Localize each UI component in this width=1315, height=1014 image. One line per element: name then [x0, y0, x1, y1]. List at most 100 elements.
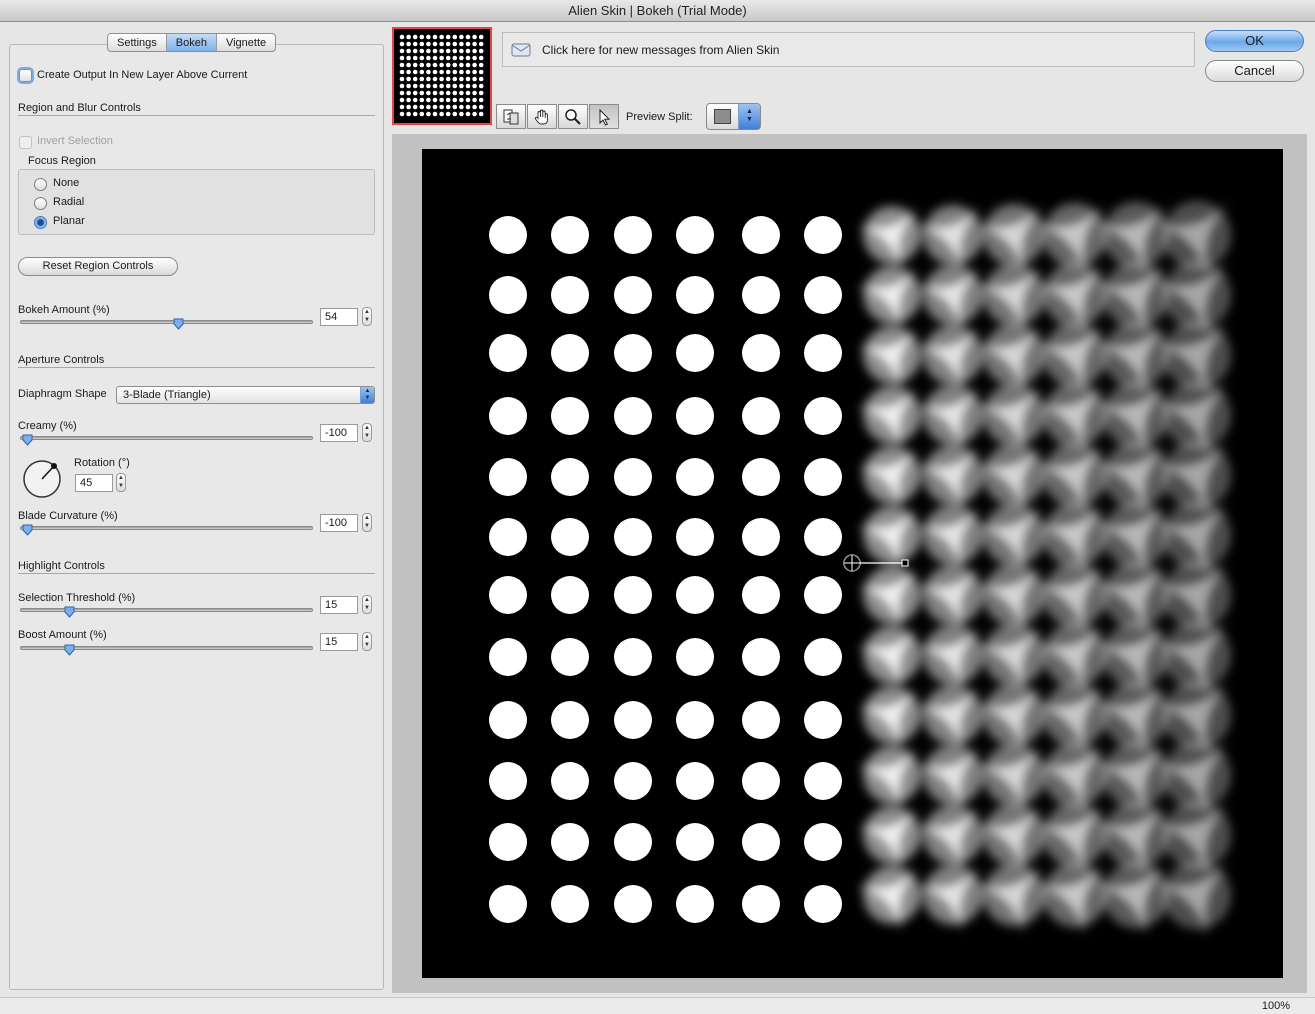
thumbnail-dot — [465, 111, 471, 117]
zoom-level: 100% — [1261, 1000, 1290, 1012]
selection-threshold-field[interactable]: 15 — [320, 596, 358, 614]
bokeh-amount-slider-thumb[interactable] — [173, 318, 184, 330]
reset-region-controls-button[interactable]: Reset Region Controls — [18, 257, 178, 276]
bokeh-glow — [1102, 621, 1170, 689]
creamy-field[interactable]: -100 — [320, 424, 358, 442]
preview-split-label: Preview Split: — [626, 111, 693, 123]
blade-curvature-stepper[interactable]: ▲ ▼ — [362, 513, 372, 532]
thumbnail-dot — [459, 104, 464, 110]
tab-settings[interactable]: Settings — [108, 34, 167, 51]
window-title: Alien Skin | Bokeh (Trial Mode) — [0, 0, 1315, 22]
thumbnail-dot — [406, 41, 411, 47]
thumbnail-dot — [426, 90, 431, 96]
bokeh-glow — [1162, 620, 1232, 690]
thumbnail-dot — [445, 111, 451, 117]
focus-region-radial-label: Radial — [53, 196, 85, 208]
thumbnail-dot — [472, 69, 477, 75]
thumbnail-dot — [432, 55, 438, 61]
creamy-slider-track[interactable] — [20, 436, 313, 440]
hand-tool-button[interactable] — [527, 104, 557, 129]
thumbnail-dot — [419, 41, 425, 47]
boost-amount-field[interactable]: 15 — [320, 633, 358, 651]
thumbnail-dot — [472, 97, 477, 103]
create-output-layer-checkbox[interactable] — [19, 69, 32, 82]
preview-split-select[interactable]: ▲ ▼ — [706, 103, 761, 130]
focus-region-none-radio[interactable] — [34, 178, 47, 191]
thumbnail-dot — [478, 48, 484, 54]
messages-bar[interactable]: Click here for new messages from Alien S… — [502, 32, 1195, 67]
thumbnail-dot — [452, 55, 458, 61]
creamy-slider-thumb[interactable] — [22, 434, 33, 446]
bokeh-glow — [1102, 381, 1170, 449]
diaphragm-shape-select[interactable]: 3-Blade (Triangle) ▲ ▼ — [116, 386, 375, 404]
thumbnail-dot — [478, 69, 484, 75]
split-compare-button[interactable] — [496, 104, 526, 129]
thumbnail-dot — [472, 48, 477, 54]
bokeh-amount-field[interactable]: 54 — [320, 308, 358, 326]
navigator-preview-icon — [399, 34, 484, 117]
thumbnail-dot — [459, 62, 464, 68]
preview-canvas[interactable] — [422, 149, 1283, 978]
thumbnail-dot — [439, 83, 444, 89]
pointer-icon — [599, 108, 611, 126]
thumbnail-dot — [432, 41, 438, 47]
thumbnail-dot — [472, 90, 477, 96]
thumbnail-dot — [465, 90, 471, 96]
boost-amount-stepper[interactable]: ▲ ▼ — [362, 632, 372, 651]
thumbnail-dot — [406, 90, 411, 96]
invert-selection-checkbox[interactable] — [19, 136, 32, 149]
selection-threshold-slider-thumb[interactable] — [64, 606, 75, 618]
rotation-field[interactable]: 45 — [75, 474, 113, 492]
bokeh-glow — [1102, 801, 1170, 869]
ok-button[interactable]: OK — [1205, 30, 1304, 52]
thumbnail-dot — [406, 111, 411, 117]
thumbnail-dot — [445, 76, 451, 82]
bokeh-glow — [1042, 802, 1108, 868]
cancel-button[interactable]: Cancel — [1205, 60, 1304, 82]
bokeh-amount-stepper[interactable]: ▲ ▼ — [362, 307, 372, 326]
navigator-thumbnail[interactable] — [392, 27, 492, 125]
bokeh-glow — [983, 804, 1045, 866]
thumbnail-dot — [426, 97, 431, 103]
focus-region-radial-radio[interactable] — [34, 197, 47, 210]
thumbnail-dot — [399, 41, 405, 47]
focus-region-planar-radio[interactable] — [34, 216, 47, 229]
focus-plane-handle[interactable] — [842, 551, 912, 581]
bokeh-glow — [983, 504, 1045, 566]
rotation-stepper[interactable]: ▲ ▼ — [116, 473, 126, 492]
creamy-stepper[interactable]: ▲ ▼ — [362, 423, 372, 442]
thumbnail-dot — [478, 55, 484, 61]
tab-bokeh[interactable]: Bokeh — [166, 34, 217, 51]
message-envelope-icon — [511, 43, 531, 57]
pointer-tool-button[interactable] — [589, 104, 619, 129]
selection-threshold-stepper[interactable]: ▲ ▼ — [362, 595, 372, 614]
blade-curvature-field[interactable]: -100 — [320, 514, 358, 532]
bokeh-amount-slider-track[interactable] — [20, 320, 313, 324]
thumbnail-dot — [445, 34, 451, 40]
boost-amount-slider-thumb[interactable] — [64, 644, 75, 656]
tab-vignette[interactable]: Vignette — [217, 34, 275, 51]
thumbnail-dot — [459, 76, 464, 82]
thumbnail-dot — [412, 62, 418, 68]
thumbnail-dot — [426, 83, 431, 89]
zoom-tool-button[interactable] — [558, 104, 588, 129]
rotation-dial[interactable] — [22, 459, 62, 502]
thumbnail-dot — [419, 55, 425, 61]
thumbnail-dot — [412, 76, 418, 82]
thumbnail-dot — [445, 41, 451, 47]
bokeh-glow — [1042, 382, 1108, 448]
thumbnail-dot — [452, 90, 458, 96]
bokeh-glow — [923, 805, 983, 865]
blade-curvature-slider-thumb[interactable] — [22, 524, 33, 536]
thumbnail-dot — [439, 97, 444, 103]
bokeh-glow — [863, 446, 921, 504]
thumbnail-dot — [439, 111, 444, 117]
bokeh-glow — [1042, 862, 1108, 928]
thumbnail-dot — [412, 34, 418, 40]
blade-curvature-slider-track[interactable] — [20, 526, 313, 530]
thumbnail-dot — [399, 69, 405, 75]
rotation-dial-icon — [23, 460, 61, 498]
bokeh-glow — [923, 565, 983, 625]
thumbnail-dot — [445, 104, 451, 110]
thumbnail-dot — [399, 34, 405, 40]
